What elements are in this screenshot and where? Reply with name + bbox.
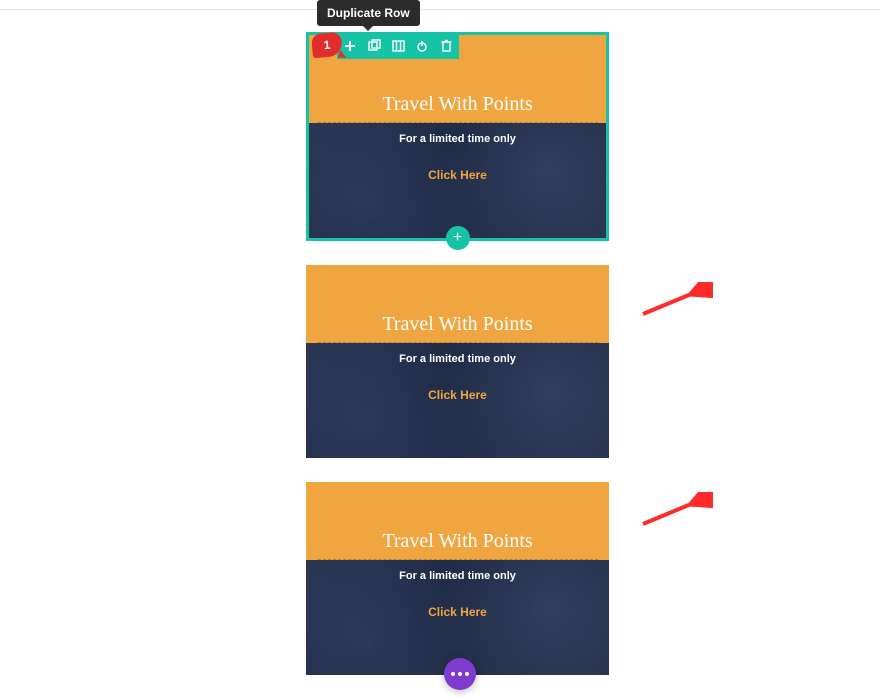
cta-link[interactable]: Click Here (428, 168, 487, 182)
dot-icon (451, 672, 455, 676)
hero-area: For a limited time only Click Here (306, 343, 609, 458)
annotation-number: 1 (323, 38, 331, 53)
dot-icon (458, 672, 462, 676)
hero-subtext: For a limited time only (399, 353, 516, 365)
columns-icon[interactable] (391, 39, 405, 53)
add-row-button[interactable]: + (446, 226, 470, 250)
annotation-arrow (633, 492, 713, 532)
row-heading: Travel With Points (382, 305, 532, 342)
tooltip-duplicate-row: Duplicate Row (317, 0, 420, 26)
builder-canvas: Travel With Points For a limited time on… (306, 32, 609, 675)
annotation-badge: 1 (311, 32, 343, 59)
cta-link[interactable]: Click Here (428, 388, 487, 402)
hero-area: For a limited time only Click Here (309, 123, 606, 238)
trash-icon[interactable] (439, 39, 453, 53)
row-heading: Travel With Points (382, 85, 532, 122)
power-icon[interactable] (415, 39, 429, 53)
hero-subtext: For a limited time only (399, 133, 516, 145)
more-actions-fab[interactable] (444, 658, 476, 690)
hero-subtext: For a limited time only (399, 570, 516, 582)
dot-icon (465, 672, 469, 676)
plus-icon: + (453, 229, 462, 247)
row-heading: Travel With Points (382, 522, 532, 559)
duplicate-icon[interactable] (367, 39, 381, 53)
row-toolbar (337, 32, 459, 59)
row-block[interactable]: Travel With Points For a limited time on… (306, 482, 609, 675)
row-block[interactable]: Travel With Points For a limited time on… (306, 265, 609, 458)
row-block[interactable]: Travel With Points For a limited time on… (306, 32, 609, 241)
tooltip-label: Duplicate Row (327, 6, 410, 20)
row-gap (306, 458, 609, 482)
cta-link[interactable]: Click Here (428, 605, 487, 619)
annotation-arrow (633, 282, 713, 322)
page-divider (0, 9, 880, 10)
